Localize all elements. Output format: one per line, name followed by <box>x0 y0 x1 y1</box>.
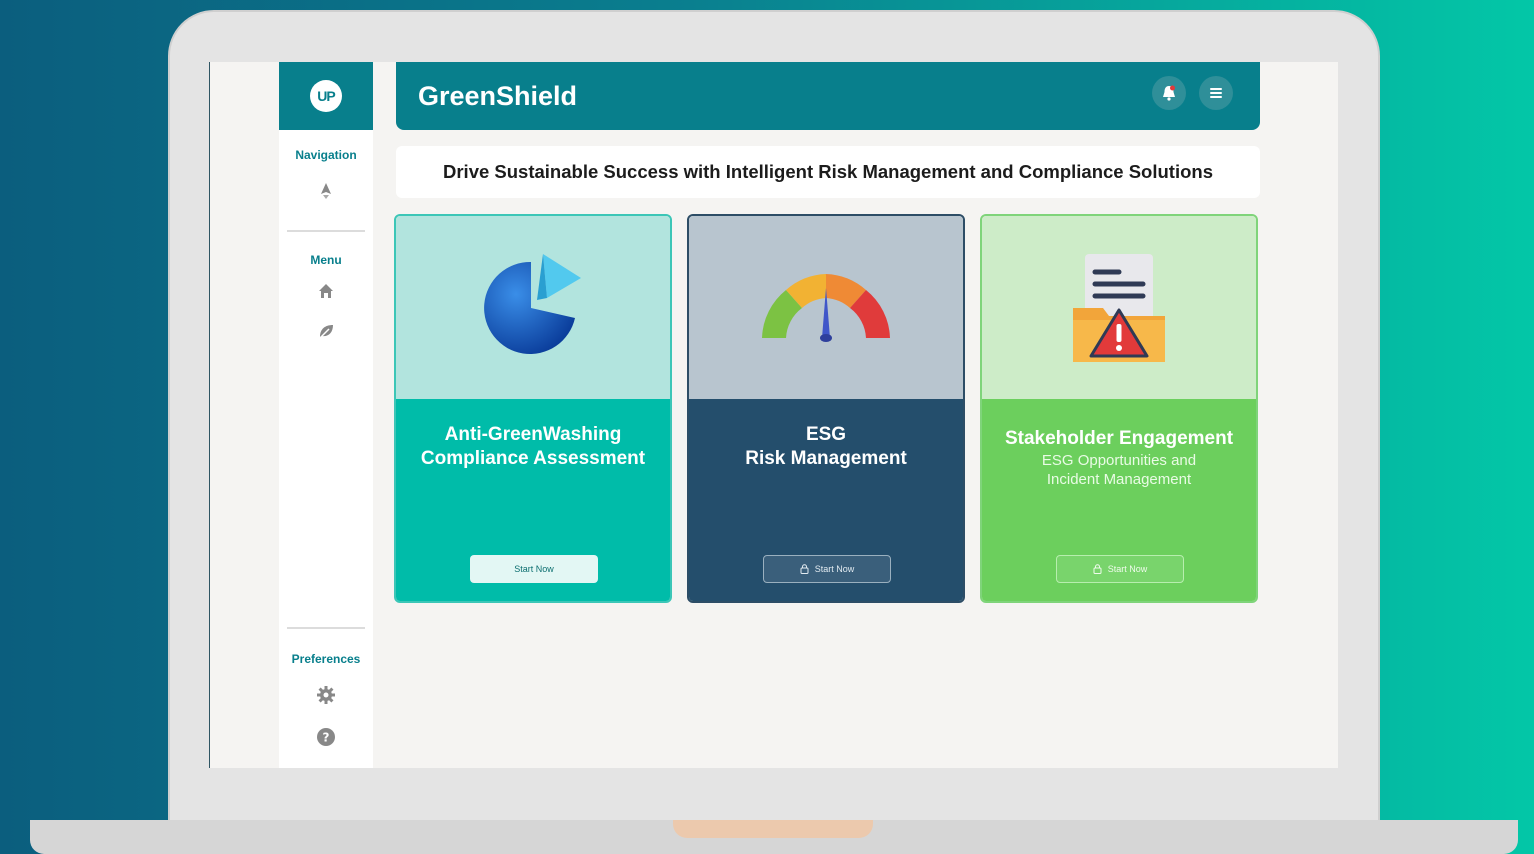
lock-icon <box>1093 564 1102 574</box>
card-title-line: ESG <box>805 424 847 445</box>
gauge-icon <box>762 273 890 342</box>
card-title-line: Risk Management <box>745 448 907 469</box>
card-illustration-area <box>689 216 963 399</box>
app-logo: UP <box>310 80 342 112</box>
tagline-text: Drive Sustainable Success with Intellige… <box>443 161 1213 182</box>
lock-icon <box>800 564 809 574</box>
start-now-button[interactable]: Start Now <box>763 555 891 583</box>
card-esg-risk[interactable]: ESG Risk Management Start Now <box>687 214 965 603</box>
gear-icon[interactable] <box>315 684 337 706</box>
card-subtitle-line: Incident Management <box>1046 471 1192 488</box>
tagline-banner: Drive Sustainable Success with Intellige… <box>396 146 1260 198</box>
card-title: ESG Risk Management <box>689 399 963 471</box>
rocket-icon[interactable] <box>315 180 337 202</box>
card-stakeholder-engagement[interactable]: Stakeholder Engagement ESG Opportunities… <box>980 214 1258 603</box>
bell-icon[interactable] <box>1152 76 1186 110</box>
button-label: Start Now <box>814 564 855 574</box>
card-body: Anti-GreenWashing Compliance Assessment … <box>396 399 670 601</box>
button-label: Start Now <box>1107 564 1148 574</box>
sidebar: UP Navigation Menu Preferences ? <box>279 62 373 768</box>
app-title: GreenShield <box>418 80 578 111</box>
card-title-line: Stakeholder Engagement <box>1004 428 1234 449</box>
card-illustration-area <box>396 216 670 399</box>
card-title: Anti-GreenWashing Compliance Assessment <box>396 399 670 471</box>
card-anti-greenwashing[interactable]: Anti-GreenWashing Compliance Assessment … <box>394 214 672 603</box>
button-label: Start Now <box>514 564 554 574</box>
card-title-line: Compliance Assessment <box>420 448 646 469</box>
hamburger-menu-icon[interactable] <box>1199 76 1233 110</box>
svg-text:?: ? <box>323 731 330 745</box>
sidebar-divider <box>287 627 365 629</box>
home-icon[interactable] <box>315 280 337 302</box>
sidebar-divider <box>287 230 365 232</box>
laptop-notch <box>673 820 873 838</box>
leaf-icon[interactable] <box>315 320 337 342</box>
logo-container[interactable]: UP <box>279 62 373 130</box>
start-now-button[interactable]: Start Now <box>1056 555 1184 583</box>
help-icon[interactable]: ? <box>315 726 337 748</box>
card-title-line: Anti-GreenWashing <box>444 424 622 445</box>
top-header: GreenShield <box>396 62 1260 130</box>
card-body: ESG Risk Management Start Now <box>689 399 963 601</box>
card-body: Stakeholder Engagement ESG Opportunities… <box>982 399 1256 601</box>
card-subtitle-line: ESG Opportunities and <box>1041 452 1197 469</box>
warning-folder-icon <box>1073 253 1165 362</box>
start-now-button[interactable]: Start Now <box>470 555 598 583</box>
app-screen: UP Navigation Menu Preferences ? GreenSh… <box>209 62 1338 768</box>
menu-label: Menu <box>310 253 342 267</box>
card-illustration-area <box>982 216 1256 399</box>
navigation-label: Navigation <box>295 148 357 162</box>
pie-chart-icon <box>484 253 581 354</box>
card-title: Stakeholder Engagement <box>982 399 1256 451</box>
preferences-label: Preferences <box>291 652 361 666</box>
card-subtitle: ESG Opportunities and Incident Managemen… <box>982 451 1256 489</box>
